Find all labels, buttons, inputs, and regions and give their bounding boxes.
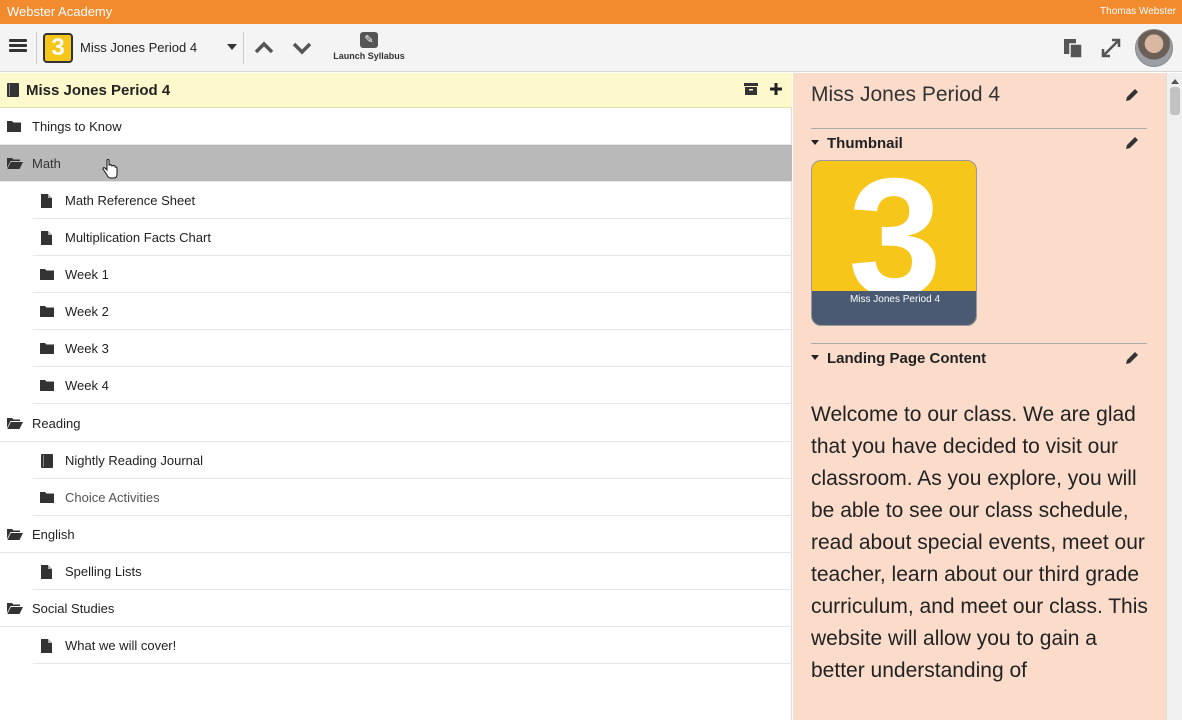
copy-button[interactable] bbox=[1061, 36, 1085, 60]
toolbar: 3 Miss Jones Period 4 ✎ Launch Syllabus bbox=[0, 24, 1182, 72]
class-thumbnail[interactable]: 3 Miss Jones Period 4 bbox=[811, 160, 977, 326]
details-panel: Miss Jones Period 4 Thumbnail 3 Miss Jon… bbox=[793, 73, 1166, 720]
caret-down-icon bbox=[811, 139, 819, 145]
folder-open-icon bbox=[7, 157, 23, 169]
file-icon bbox=[41, 194, 52, 208]
tree-row-label: Things to Know bbox=[32, 119, 122, 134]
chevron-down-icon bbox=[292, 42, 312, 55]
book-icon bbox=[41, 454, 53, 468]
content-tree-panel: Miss Jones Period 4 Things to Know Math Ma… bbox=[0, 73, 792, 720]
scroll-up-icon[interactable] bbox=[1171, 79, 1179, 84]
class-select[interactable]: Miss Jones Period 4 bbox=[80, 40, 197, 55]
tree-folder-row[interactable]: Week 1 bbox=[33, 256, 792, 293]
archive-icon bbox=[744, 83, 758, 95]
tree-item-row[interactable]: What we will cover! bbox=[33, 627, 792, 664]
tree-header: Miss Jones Period 4 bbox=[0, 73, 792, 108]
landing-section-toggle[interactable]: Landing Page Content bbox=[811, 350, 986, 367]
plus-icon bbox=[770, 83, 782, 95]
book-icon bbox=[7, 83, 19, 97]
launch-syllabus-label: Launch Syllabus bbox=[333, 51, 405, 61]
scrollbar-thumb[interactable] bbox=[1170, 87, 1180, 115]
tree-folder-row[interactable]: Week 3 bbox=[33, 330, 792, 367]
tree-row-label: Math Reference Sheet bbox=[65, 193, 196, 208]
tree-item-row[interactable]: Math Reference Sheet bbox=[33, 182, 792, 219]
pencil-icon bbox=[1126, 137, 1138, 149]
tree-row-label: Spelling Lists bbox=[65, 564, 142, 579]
tree-folder-row[interactable]: English bbox=[0, 516, 792, 553]
move-up-button[interactable] bbox=[252, 36, 276, 60]
folder-open-icon bbox=[7, 528, 23, 540]
folder-open-icon bbox=[7, 417, 23, 429]
hand-cursor-icon bbox=[102, 159, 118, 179]
tree-row-label: Nightly Reading Journal bbox=[65, 453, 204, 468]
folder-icon bbox=[7, 120, 21, 132]
tree-title: Miss Jones Period 4 bbox=[26, 82, 171, 99]
tree-folder-row[interactable]: Math bbox=[0, 145, 792, 182]
toolbar-divider bbox=[36, 32, 37, 64]
class-badge-icon[interactable]: 3 bbox=[43, 33, 73, 63]
tree-row-label: Math bbox=[32, 156, 61, 171]
section-divider bbox=[811, 128, 1147, 129]
tree-folder-row[interactable]: Things to Know bbox=[0, 108, 792, 145]
expand-icon bbox=[1101, 38, 1121, 58]
tree-row-label: Week 1 bbox=[65, 267, 109, 282]
edit-thumbnail-button[interactable] bbox=[1124, 135, 1140, 151]
details-title: Miss Jones Period 4 bbox=[811, 83, 1001, 106]
tree-folder-row[interactable]: Week 2 bbox=[33, 293, 792, 330]
tree-row-label: What we will cover! bbox=[65, 638, 177, 653]
launch-syllabus-button[interactable]: ✎ Launch Syllabus bbox=[326, 30, 412, 66]
tree-item-row[interactable]: Nightly Reading Journal bbox=[33, 442, 792, 479]
tree-folder-row[interactable]: Choice Activities bbox=[33, 479, 792, 516]
section-divider bbox=[811, 343, 1147, 344]
app-title: Webster Academy bbox=[7, 4, 113, 19]
file-icon bbox=[41, 639, 52, 653]
folder-icon bbox=[40, 268, 54, 280]
folder-open-icon bbox=[7, 602, 23, 614]
tree-folder-row[interactable]: Social Studies bbox=[0, 590, 792, 627]
archive-button[interactable] bbox=[743, 81, 761, 99]
user-name[interactable]: Thomas Webster bbox=[1100, 6, 1176, 17]
avatar[interactable] bbox=[1135, 29, 1173, 67]
tree-row-label: Week 3 bbox=[65, 341, 109, 356]
scrollbar[interactable] bbox=[1166, 73, 1182, 720]
tree-row-label: English bbox=[32, 527, 75, 542]
toolbar-divider bbox=[243, 32, 244, 64]
expand-button[interactable] bbox=[1099, 36, 1123, 60]
landing-page-content: Welcome to our class. We are glad that y… bbox=[811, 403, 1148, 682]
tree-item-row[interactable]: Multiplication Facts Chart bbox=[33, 219, 792, 256]
tree-item-row[interactable]: Spelling Lists bbox=[33, 553, 792, 590]
tree-row-label: Social Studies bbox=[32, 601, 115, 616]
folder-icon bbox=[40, 491, 54, 503]
thumbnail-section-toggle[interactable]: Thumbnail bbox=[811, 135, 903, 152]
edit-landing-button[interactable] bbox=[1124, 350, 1140, 366]
folder-icon bbox=[40, 379, 54, 391]
chevron-up-icon bbox=[254, 41, 274, 54]
app-header-bar: Webster Academy Thomas Webster bbox=[0, 0, 1182, 24]
caret-down-icon bbox=[811, 354, 819, 360]
file-icon bbox=[41, 565, 52, 579]
file-icon bbox=[41, 231, 52, 245]
tree-row-label: Reading bbox=[32, 416, 81, 431]
hamburger-menu-icon[interactable] bbox=[6, 36, 30, 60]
pencil-icon bbox=[1126, 89, 1138, 101]
thumbnail-caption: Miss Jones Period 4 bbox=[812, 291, 976, 325]
pencil-icon: ✎ bbox=[360, 32, 378, 48]
tree-folder-row[interactable]: Week 4 bbox=[33, 367, 792, 404]
chevron-down-icon[interactable] bbox=[227, 44, 237, 50]
tree-folder-row[interactable]: Reading bbox=[0, 405, 792, 442]
landing-heading: Landing Page Content bbox=[827, 350, 987, 367]
move-down-button[interactable] bbox=[290, 36, 314, 60]
thumbnail-heading: Thumbnail bbox=[827, 135, 903, 152]
tree-row-label: Multiplication Facts Chart bbox=[65, 230, 211, 245]
add-item-button[interactable] bbox=[768, 81, 786, 99]
folder-icon bbox=[40, 342, 54, 354]
edit-title-button[interactable] bbox=[1124, 87, 1140, 103]
tree-row-label: Week 4 bbox=[65, 378, 109, 393]
folder-icon bbox=[40, 305, 54, 317]
tree-row-label: Week 2 bbox=[65, 304, 109, 319]
copy-icon bbox=[1064, 39, 1083, 59]
pencil-icon bbox=[1126, 352, 1138, 364]
tree-row-label: Choice Activities bbox=[65, 490, 160, 505]
